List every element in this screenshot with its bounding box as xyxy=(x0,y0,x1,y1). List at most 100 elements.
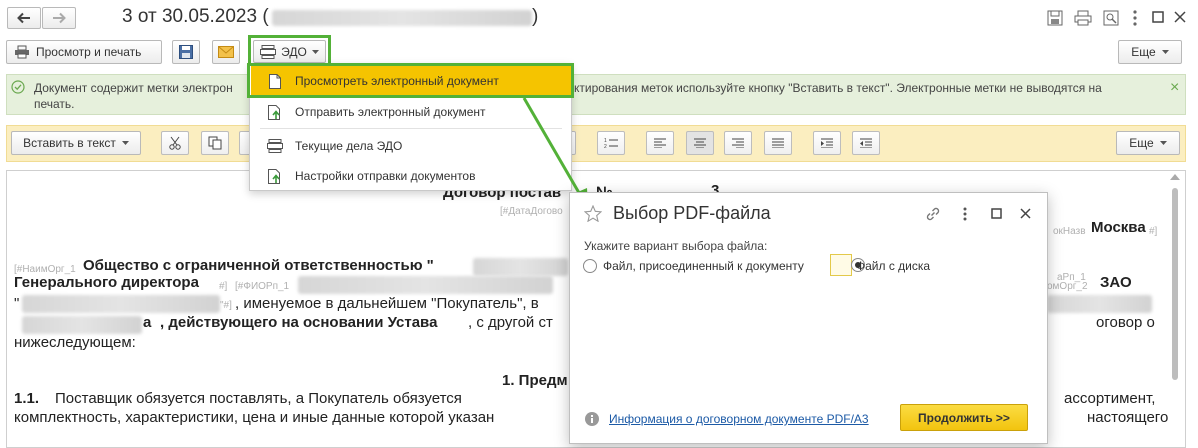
insert-text-button[interactable]: Вставить в текст xyxy=(11,131,141,155)
info-close-button[interactable]: × xyxy=(1170,79,1179,97)
indent-decrease-button[interactable] xyxy=(852,131,880,155)
doc-quote: " xyxy=(14,295,20,312)
doc-org1: Общество с ограниченной ответственностью… xyxy=(83,257,434,274)
info-link[interactable]: Информация о договорном документе PDF/A3 xyxy=(609,412,869,426)
menu-label-edo-tasks: Текущие дела ЭДО xyxy=(295,139,403,153)
menu-item-send-settings[interactable]: Настройки отправки документов xyxy=(251,161,571,191)
save-button[interactable] xyxy=(172,40,200,64)
format-more-button[interactable]: Еще xyxy=(1116,131,1180,155)
align-center-button[interactable] xyxy=(686,131,714,155)
align-left-icon xyxy=(654,138,666,148)
blurred-org1 xyxy=(473,258,568,276)
placeholder-org2: омОрг_2 xyxy=(1047,281,1088,292)
menu-item-send-edoc[interactable]: Отправить электронный документ xyxy=(251,97,571,127)
edo-label: ЭДО xyxy=(281,44,307,59)
save-icon[interactable] xyxy=(1046,9,1064,27)
cut-button[interactable] xyxy=(161,131,189,155)
svg-text:2: 2 xyxy=(604,144,607,149)
align-right-button[interactable] xyxy=(724,131,752,155)
align-justify-icon xyxy=(772,138,784,148)
copy-button[interactable] xyxy=(201,131,229,155)
doc-line4-a: а xyxy=(143,314,152,331)
numbered-list-icon: 12 xyxy=(604,137,618,149)
floppy-icon xyxy=(179,45,193,59)
insert-dropdown-icon xyxy=(121,141,129,145)
maximize-icon[interactable] xyxy=(1150,9,1166,25)
edo-button[interactable]: ЭДО xyxy=(253,40,326,63)
doc-clause-num: 1.1. xyxy=(14,390,40,407)
menu-label-send-settings: Настройки отправки документов xyxy=(295,169,476,183)
email-button[interactable] xyxy=(212,40,240,64)
placeholder-doc-name: окНазв xyxy=(1053,226,1086,237)
info-line2: печать. xyxy=(34,97,75,111)
doc-section: 1. Предм xyxy=(502,372,568,389)
align-left-button[interactable] xyxy=(646,131,674,155)
preview-search-icon[interactable] xyxy=(1102,9,1120,27)
info-icon xyxy=(584,411,600,427)
radio-attached-file[interactable] xyxy=(583,259,597,273)
arrow-right-icon xyxy=(52,12,66,24)
more-vertical-icon[interactable] xyxy=(1128,8,1142,28)
doc-line4-end: оговор о xyxy=(1096,314,1155,331)
placeholder-quote-end: "#] xyxy=(220,300,232,311)
window-title-suffix: ) xyxy=(532,6,539,27)
doc-buyer-text: , именуемое в дальнейшем "Покупатель", в xyxy=(235,295,539,312)
link-icon[interactable] xyxy=(925,206,941,222)
scrollbar-thumb[interactable] xyxy=(1172,188,1178,380)
continue-label: Продолжить >> xyxy=(918,410,1010,425)
edo-stack-icon xyxy=(260,44,277,59)
menu-item-edo-tasks[interactable]: Текущие дела ЭДО xyxy=(251,131,571,161)
placeholder-date: [#ДатаДогово xyxy=(500,206,563,217)
blurred-buyer-name xyxy=(22,295,220,313)
more-dropdown-icon xyxy=(1161,50,1169,54)
numbered-list-button[interactable]: 12 xyxy=(597,131,625,155)
doc-clause-text: Поставщик обязуется поставлять, а Покупа… xyxy=(55,390,462,407)
dropdown-arrow-icon xyxy=(311,49,319,54)
blurred-right-1 xyxy=(1047,295,1152,313)
continue-button[interactable]: Продолжить >> xyxy=(900,404,1028,431)
printer-icon xyxy=(14,45,30,59)
scroll-up-icon[interactable] xyxy=(1170,174,1180,180)
forward-button[interactable] xyxy=(42,7,76,29)
dialog-close-icon[interactable] xyxy=(1020,208,1031,219)
menu-item-highlight-frame xyxy=(247,63,574,98)
indent-increase-icon xyxy=(821,138,833,148)
option-disk-label[interactable]: Файл с диска xyxy=(856,259,930,273)
preview-print-label: Просмотр и печать xyxy=(36,45,142,59)
preview-print-button[interactable]: Просмотр и печать xyxy=(6,40,162,64)
dialog-more-icon[interactable] xyxy=(963,207,967,221)
placeholder-city-end: #] xyxy=(1149,226,1158,237)
align-justify-button[interactable] xyxy=(764,131,792,155)
info-bar: Документ содержит метки электрон ктирова… xyxy=(6,74,1186,115)
doc-zao: ЗАО xyxy=(1100,274,1132,291)
align-right-icon xyxy=(732,138,744,148)
doc-director: Генерального директора xyxy=(14,274,199,291)
menu-label-send-edoc: Отправить электронный документ xyxy=(295,105,486,119)
placeholder-fio-end: #] xyxy=(219,281,228,292)
indent-increase-button[interactable] xyxy=(813,131,841,155)
edo-stack-icon xyxy=(267,138,283,154)
dialog-title: Выбор PDF-файла xyxy=(613,203,771,223)
arrow-left-icon xyxy=(17,12,31,24)
pdf-dialog: Выбор PDF-файла Укажите вариант выбора ф… xyxy=(569,192,1048,444)
scissors-icon xyxy=(168,136,182,150)
star-icon[interactable] xyxy=(584,205,602,222)
info-line1-a: Документ содержит метки электрон xyxy=(34,81,233,95)
doc-city: Москва xyxy=(1091,219,1146,236)
doc-line4-c: , с другой ст xyxy=(468,314,553,331)
toolbar-more-button[interactable]: Еще xyxy=(1118,40,1182,64)
check-circle-icon xyxy=(11,80,25,94)
placeholder-fio: [#ФИОРп_1 xyxy=(235,281,290,292)
print-icon[interactable] xyxy=(1073,9,1093,27)
radio-disk-focus xyxy=(830,254,852,276)
close-icon[interactable] xyxy=(1172,9,1188,25)
option-attached-label[interactable]: Файл, присоединенный к документу xyxy=(603,259,804,273)
dialog-maximize-icon[interactable] xyxy=(991,208,1002,219)
back-button[interactable] xyxy=(7,7,41,29)
blurred-fio xyxy=(298,276,553,294)
align-center-icon xyxy=(694,138,706,148)
insert-text-label: Вставить в текст xyxy=(23,136,116,150)
doc-clause-end: ассортимент, xyxy=(1064,390,1156,407)
doc-line8: комплектность, характеристики, цена и ин… xyxy=(14,409,495,426)
window-title: 3 от 30.05.2023 ( xyxy=(122,6,269,27)
